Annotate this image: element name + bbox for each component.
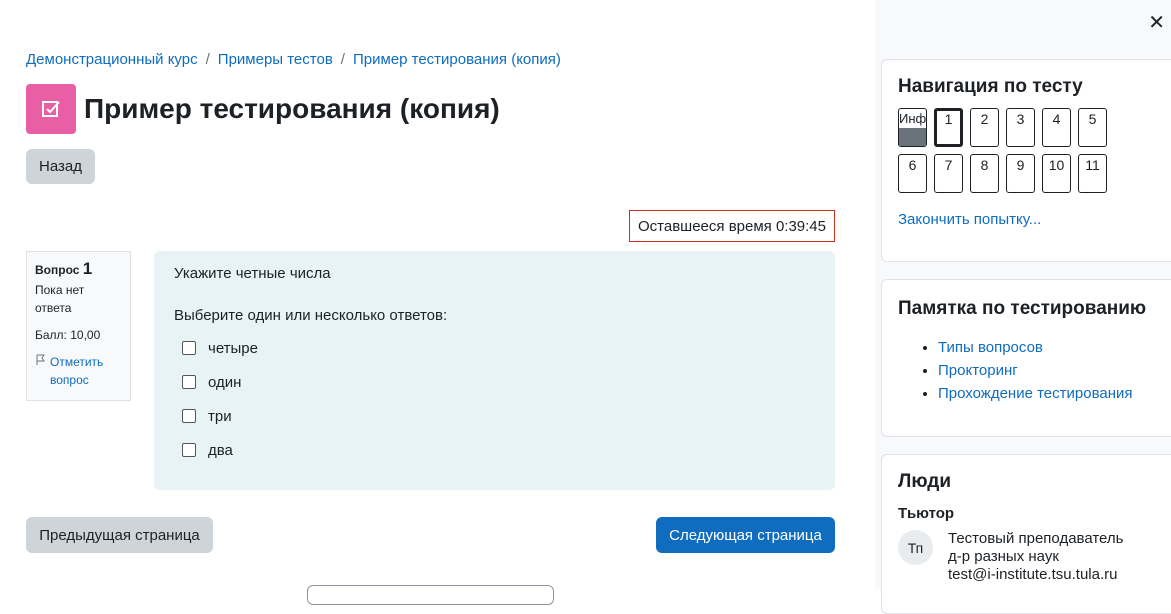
option-label[interactable]: три bbox=[208, 408, 232, 425]
memo-link-proctoring[interactable]: Прокторинг bbox=[938, 362, 1018, 379]
nav-button-6[interactable]: 6 bbox=[898, 154, 927, 193]
previous-page-button[interactable]: Предыдущая страница bbox=[26, 517, 213, 553]
person-info: Тестовый преподаватель д-р разных наук t… bbox=[948, 530, 1123, 584]
nav-button-1[interactable]: 1 bbox=[934, 108, 963, 147]
flag-label: Отметить вопрос bbox=[50, 355, 104, 387]
quiz-icon bbox=[26, 84, 76, 134]
breadcrumb-current[interactable]: Пример тестирования (копия) bbox=[353, 51, 561, 68]
main-region: Демонстрационный курс / Примеры тестов /… bbox=[0, 0, 875, 605]
person-email: test@i-institute.tsu.tula.ru bbox=[948, 566, 1118, 583]
nav-button-7[interactable]: 7 bbox=[934, 154, 963, 193]
option-label[interactable]: один bbox=[208, 374, 241, 391]
nav-button-10[interactable]: 10 bbox=[1042, 154, 1071, 193]
memo-list-item: Прохождение тестирования bbox=[938, 382, 1164, 405]
option-label[interactable]: четыре bbox=[208, 340, 258, 357]
nav-button-4[interactable]: 4 bbox=[1042, 108, 1071, 147]
breadcrumb-section[interactable]: Примеры тестов bbox=[218, 51, 333, 68]
title-row: Пример тестирования (копия) bbox=[26, 84, 500, 134]
quiz-navigation-block: Навигация по тесту Инф 1 2 3 4 5 6 7 8 9… bbox=[881, 59, 1171, 262]
nav-button-8[interactable]: 8 bbox=[970, 154, 999, 193]
checkbox[interactable] bbox=[182, 375, 196, 389]
finish-attempt-link[interactable]: Закончить попытку... bbox=[898, 211, 1164, 228]
people-block-title: Люди bbox=[898, 471, 952, 492]
person-name[interactable]: Тестовый преподаватель bbox=[948, 530, 1123, 548]
memo-link-passing-test[interactable]: Прохождение тестирования bbox=[938, 385, 1133, 402]
memo-list-item: Типы вопросов bbox=[938, 336, 1164, 359]
flag-icon bbox=[35, 353, 47, 389]
page-title: Пример тестирования (копия) bbox=[84, 93, 500, 124]
nav-button-5[interactable]: 5 bbox=[1078, 108, 1107, 147]
memo-link-question-types[interactable]: Типы вопросов bbox=[938, 339, 1043, 356]
nav-block-title: Навигация по тесту bbox=[898, 76, 1083, 97]
breadcrumb-separator: / bbox=[340, 51, 345, 68]
jump-to-select[interactable] bbox=[307, 585, 554, 605]
answer-option[interactable]: четыре bbox=[174, 331, 815, 365]
breadcrumb-course[interactable]: Демонстрационный курс bbox=[26, 51, 198, 68]
answer-option[interactable]: два bbox=[174, 433, 815, 467]
question-number: Вопрос 1 bbox=[35, 259, 93, 278]
close-icon[interactable]: ✕ bbox=[1148, 10, 1165, 35]
memo-links: Типы вопросов Прокторинг Прохождение тес… bbox=[938, 336, 1164, 405]
back-button[interactable]: Назад bbox=[26, 149, 95, 184]
breadcrumb: Демонстрационный курс / Примеры тестов /… bbox=[26, 51, 561, 68]
nav-button-11[interactable]: 11 bbox=[1078, 154, 1107, 193]
answer-option[interactable]: три bbox=[174, 399, 815, 433]
breadcrumb-separator: / bbox=[205, 51, 210, 68]
question-text: Укажите четные числа bbox=[174, 265, 331, 282]
people-role: Тьютор bbox=[898, 505, 955, 522]
next-page-button[interactable]: Следующая страница bbox=[656, 517, 835, 553]
memo-list-item: Прокторинг bbox=[938, 359, 1164, 382]
question-content: Укажите четные числа Выберите один или н… bbox=[154, 251, 835, 490]
nav-button-3[interactable]: 3 bbox=[1006, 108, 1035, 147]
checkbox[interactable] bbox=[182, 443, 196, 457]
person-card: Тп Тестовый преподаватель д-р разных нау… bbox=[898, 530, 1164, 584]
option-label[interactable]: два bbox=[208, 442, 233, 459]
question-info: Вопрос 1 Пока нет ответа Балл: 10,00 Отм… bbox=[26, 251, 131, 401]
people-block: Люди Тьютор Тп Тестовый преподаватель д-… bbox=[881, 454, 1171, 614]
right-drawer: ✕ Навигация по тесту Инф 1 2 3 4 5 6 7 8… bbox=[875, 0, 1171, 614]
flag-question-link[interactable]: Отметить вопрос bbox=[35, 353, 122, 389]
memo-block: Памятка по тестированию Типы вопросов Пр… bbox=[881, 279, 1171, 437]
question-state: Пока нет ответа bbox=[35, 283, 85, 315]
answer-option[interactable]: один bbox=[174, 365, 815, 399]
question-grade: Балл: 10,00 bbox=[35, 328, 101, 342]
question-nav-grid: Инф 1 2 3 4 5 6 7 8 9 10 11 bbox=[898, 108, 1138, 193]
checkbox[interactable] bbox=[182, 341, 196, 355]
person-degree: д-р разных наук bbox=[948, 548, 1059, 565]
nav-button-info[interactable]: Инф bbox=[898, 108, 927, 147]
memo-block-title: Памятка по тестированию bbox=[898, 298, 1147, 319]
nav-button-9[interactable]: 9 bbox=[1006, 154, 1035, 193]
avatar[interactable]: Тп bbox=[898, 530, 933, 565]
timer: Оставшееся время 0:39:45 bbox=[629, 210, 835, 242]
checkbox[interactable] bbox=[182, 409, 196, 423]
nav-button-2[interactable]: 2 bbox=[970, 108, 999, 147]
answer-prompt: Выберите один или несколько ответов: bbox=[174, 307, 448, 324]
